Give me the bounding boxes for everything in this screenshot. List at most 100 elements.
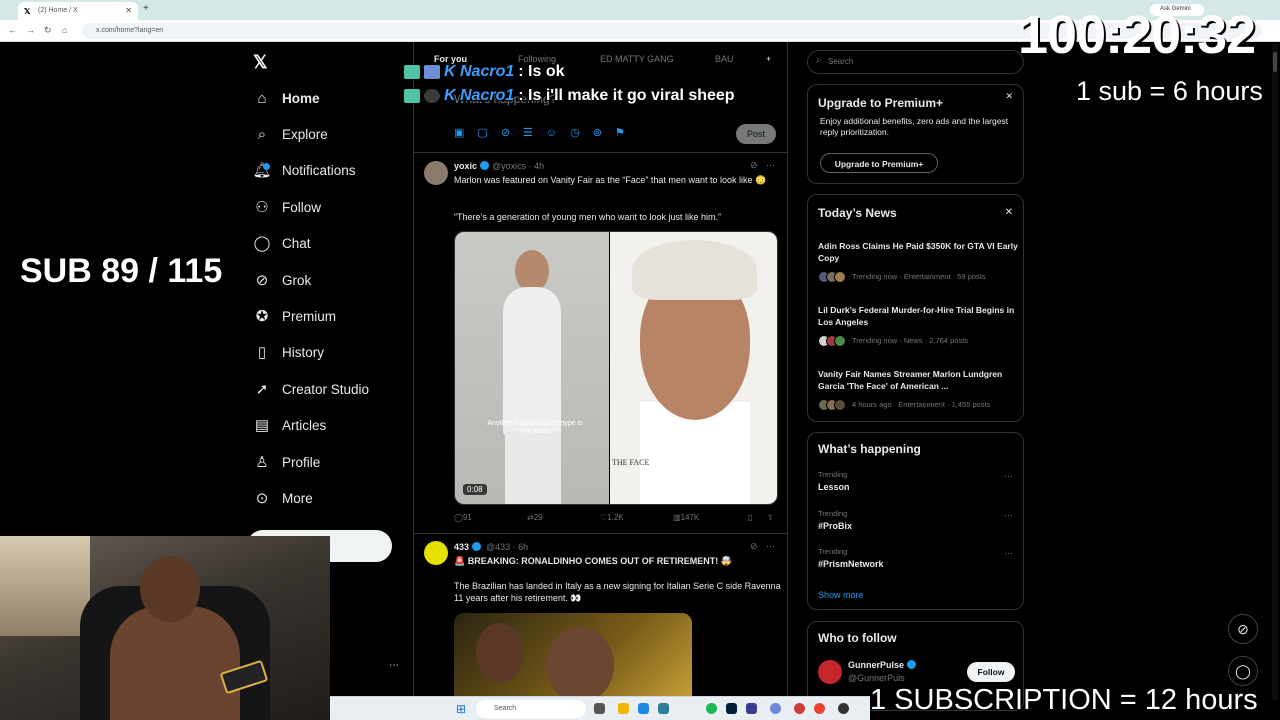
close-icon[interactable]: ✕ (1005, 91, 1013, 102)
nav-premium[interactable]: ✪ Premium (252, 303, 402, 329)
grok-compose-icon[interactable]: ⊘ (501, 127, 523, 139)
nav-label: Follow (282, 199, 322, 215)
task-view-icon[interactable] (594, 703, 605, 714)
location-icon[interactable]: ⊚ (593, 127, 615, 139)
schedule-icon[interactable]: ◷ (570, 127, 593, 139)
news-headline[interactable]: Lil Durk’s Federal Murder-for-Hire Trial… (818, 304, 1018, 328)
account-more-icon[interactable]: ⋯ (389, 660, 399, 671)
avatar[interactable] (424, 161, 448, 185)
premium-icon: ✪ (255, 308, 269, 325)
tweet-author[interactable]: 433 (454, 542, 482, 552)
chat-icon: ◯ (253, 235, 271, 252)
app-icon[interactable] (794, 703, 805, 714)
spotify-icon[interactable] (706, 703, 717, 714)
video-duration: 0:08 (463, 484, 487, 495)
gif-icon[interactable]: ▢ (477, 127, 500, 139)
show-more-link[interactable]: Show more (818, 590, 864, 600)
nav-more[interactable]: ⊙ More (252, 485, 402, 511)
tab-ed-matty-gang[interactable]: ED MATTY GANG (600, 54, 674, 64)
like-button[interactable]: ♡ 1.2K (600, 513, 624, 522)
obs-icon[interactable] (838, 703, 849, 714)
trend-more-icon[interactable]: ⋯ (1004, 548, 1013, 559)
nav-creator-studio[interactable]: ➚ Creator Studio (252, 376, 402, 402)
nav-label: Home (282, 90, 320, 106)
upgrade-premium-button[interactable]: Upgrade to Premium+ (820, 153, 938, 173)
taskbar-search[interactable]: Search (476, 700, 586, 718)
tweet-more-icon[interactable]: ⋯ (766, 541, 775, 552)
tweet-image[interactable] (454, 613, 692, 700)
nav-history[interactable]: ▯ History (252, 339, 402, 365)
media-icon[interactable]: ▣ (454, 127, 477, 139)
forward-icon[interactable]: → (26, 25, 35, 35)
nav-follow[interactable]: ⚇ Follow (252, 194, 402, 220)
close-icon[interactable]: ✕ (1005, 207, 1013, 218)
suggested-name[interactable]: GunnerPulse (848, 660, 917, 670)
premiere-icon[interactable] (726, 703, 737, 714)
app-icon[interactable] (658, 703, 669, 714)
file-explorer-icon[interactable] (618, 703, 629, 714)
poll-icon[interactable]: ☰ (523, 127, 546, 139)
chat-badge-icon (404, 89, 420, 103)
nav-profile[interactable]: ♙ Profile (252, 449, 402, 475)
tweet-video[interactable]: Another important archetype is "The Face… (454, 231, 778, 505)
x-logo-icon[interactable]: 𝕏 (253, 52, 268, 73)
windows-start-icon[interactable]: ⊞ (456, 702, 466, 716)
tweet-more-icon[interactable]: ⋯ (766, 160, 775, 171)
search-icon: ⌕ (816, 55, 822, 66)
nav-chat[interactable]: ◯ Chat (252, 230, 402, 256)
bookmark-icon[interactable]: ▯ (748, 513, 752, 522)
share-icon[interactable]: ⇪ (767, 513, 774, 522)
news-headline[interactable]: Vanity Fair Names Streamer Marlon Lundgr… (818, 368, 1018, 392)
image-face-right (546, 627, 614, 700)
figure-body (503, 287, 561, 437)
browser-tab[interactable]: 𝕏 (2) Home / X ✕ (18, 2, 138, 20)
chat-username: K Nacro1 (444, 63, 515, 80)
chat-username: K Nacro1 (444, 87, 515, 104)
avatar[interactable] (424, 541, 448, 565)
new-tab-icon[interactable]: + (143, 3, 149, 14)
nav-notifications[interactable]: 🔔︎ Notifications (252, 157, 402, 183)
trend-more-icon[interactable]: ⋯ (1004, 471, 1013, 482)
grok-tweet-icon[interactable]: ⊘ (750, 541, 758, 552)
discord-icon[interactable] (770, 703, 781, 714)
tab-bau[interactable]: BAU (715, 54, 734, 64)
avatar[interactable] (818, 660, 842, 684)
video-frame-left: Another important archetype is "The Face… (455, 232, 609, 504)
views-button[interactable]: ▥ 147K (673, 513, 699, 522)
follow-button[interactable]: Follow (967, 662, 1015, 682)
close-tab-icon[interactable]: ✕ (125, 6, 132, 15)
scrollbar[interactable] (1272, 44, 1278, 700)
premium-card: Upgrade to Premium+ ✕ Enjoy additional b… (807, 84, 1024, 184)
nav-label: Explore (282, 126, 328, 142)
nav-home[interactable]: ⌂ Home (252, 85, 402, 111)
tweet-handle[interactable]: @yoxics · 4h (492, 161, 544, 171)
trend-topic[interactable]: #PrismNetwork (818, 559, 884, 569)
nav-articles[interactable]: ▤ Articles (252, 412, 402, 438)
search-input[interactable]: ⌕ Search (807, 50, 1024, 74)
tweet-handle[interactable]: @433 · 6h (486, 542, 528, 552)
chrome-icon[interactable] (814, 703, 825, 714)
add-tab-icon[interactable]: + (766, 54, 771, 64)
nav-grok[interactable]: ⊘ Grok (252, 267, 402, 293)
grok-tweet-icon[interactable]: ⊘ (750, 160, 758, 171)
messages-float-icon[interactable]: ◯ (1228, 656, 1258, 686)
edge-icon[interactable] (638, 703, 649, 714)
reload-icon[interactable]: ↻ (44, 25, 52, 36)
reply-button[interactable]: ◯ 91 (454, 513, 472, 522)
trend-topic[interactable]: Lesson (818, 482, 850, 492)
grok-float-icon[interactable]: ⊘ (1228, 614, 1258, 644)
trend-more-icon[interactable]: ⋯ (1004, 510, 1013, 521)
repost-button[interactable]: ⇄ 29 (527, 513, 543, 522)
tweet-author[interactable]: yoxic (454, 161, 490, 171)
trend-topic[interactable]: #ProBix (818, 521, 852, 531)
back-icon[interactable]: ← (8, 25, 17, 35)
compose-post-button[interactable]: Post (736, 124, 776, 144)
nav-explore[interactable]: ⌕ Explore (252, 121, 402, 147)
scroll-thumb[interactable] (1273, 52, 1277, 72)
emoji-icon[interactable]: ☺ (546, 127, 570, 139)
app-icon[interactable] (746, 703, 757, 714)
reply-count: 91 (462, 513, 472, 522)
news-headline[interactable]: Adin Ross Claims He Paid $350K for GTA V… (818, 240, 1018, 264)
home-browser-icon[interactable]: ⌂ (62, 25, 67, 35)
flag-icon[interactable]: ⚑ (615, 127, 638, 139)
